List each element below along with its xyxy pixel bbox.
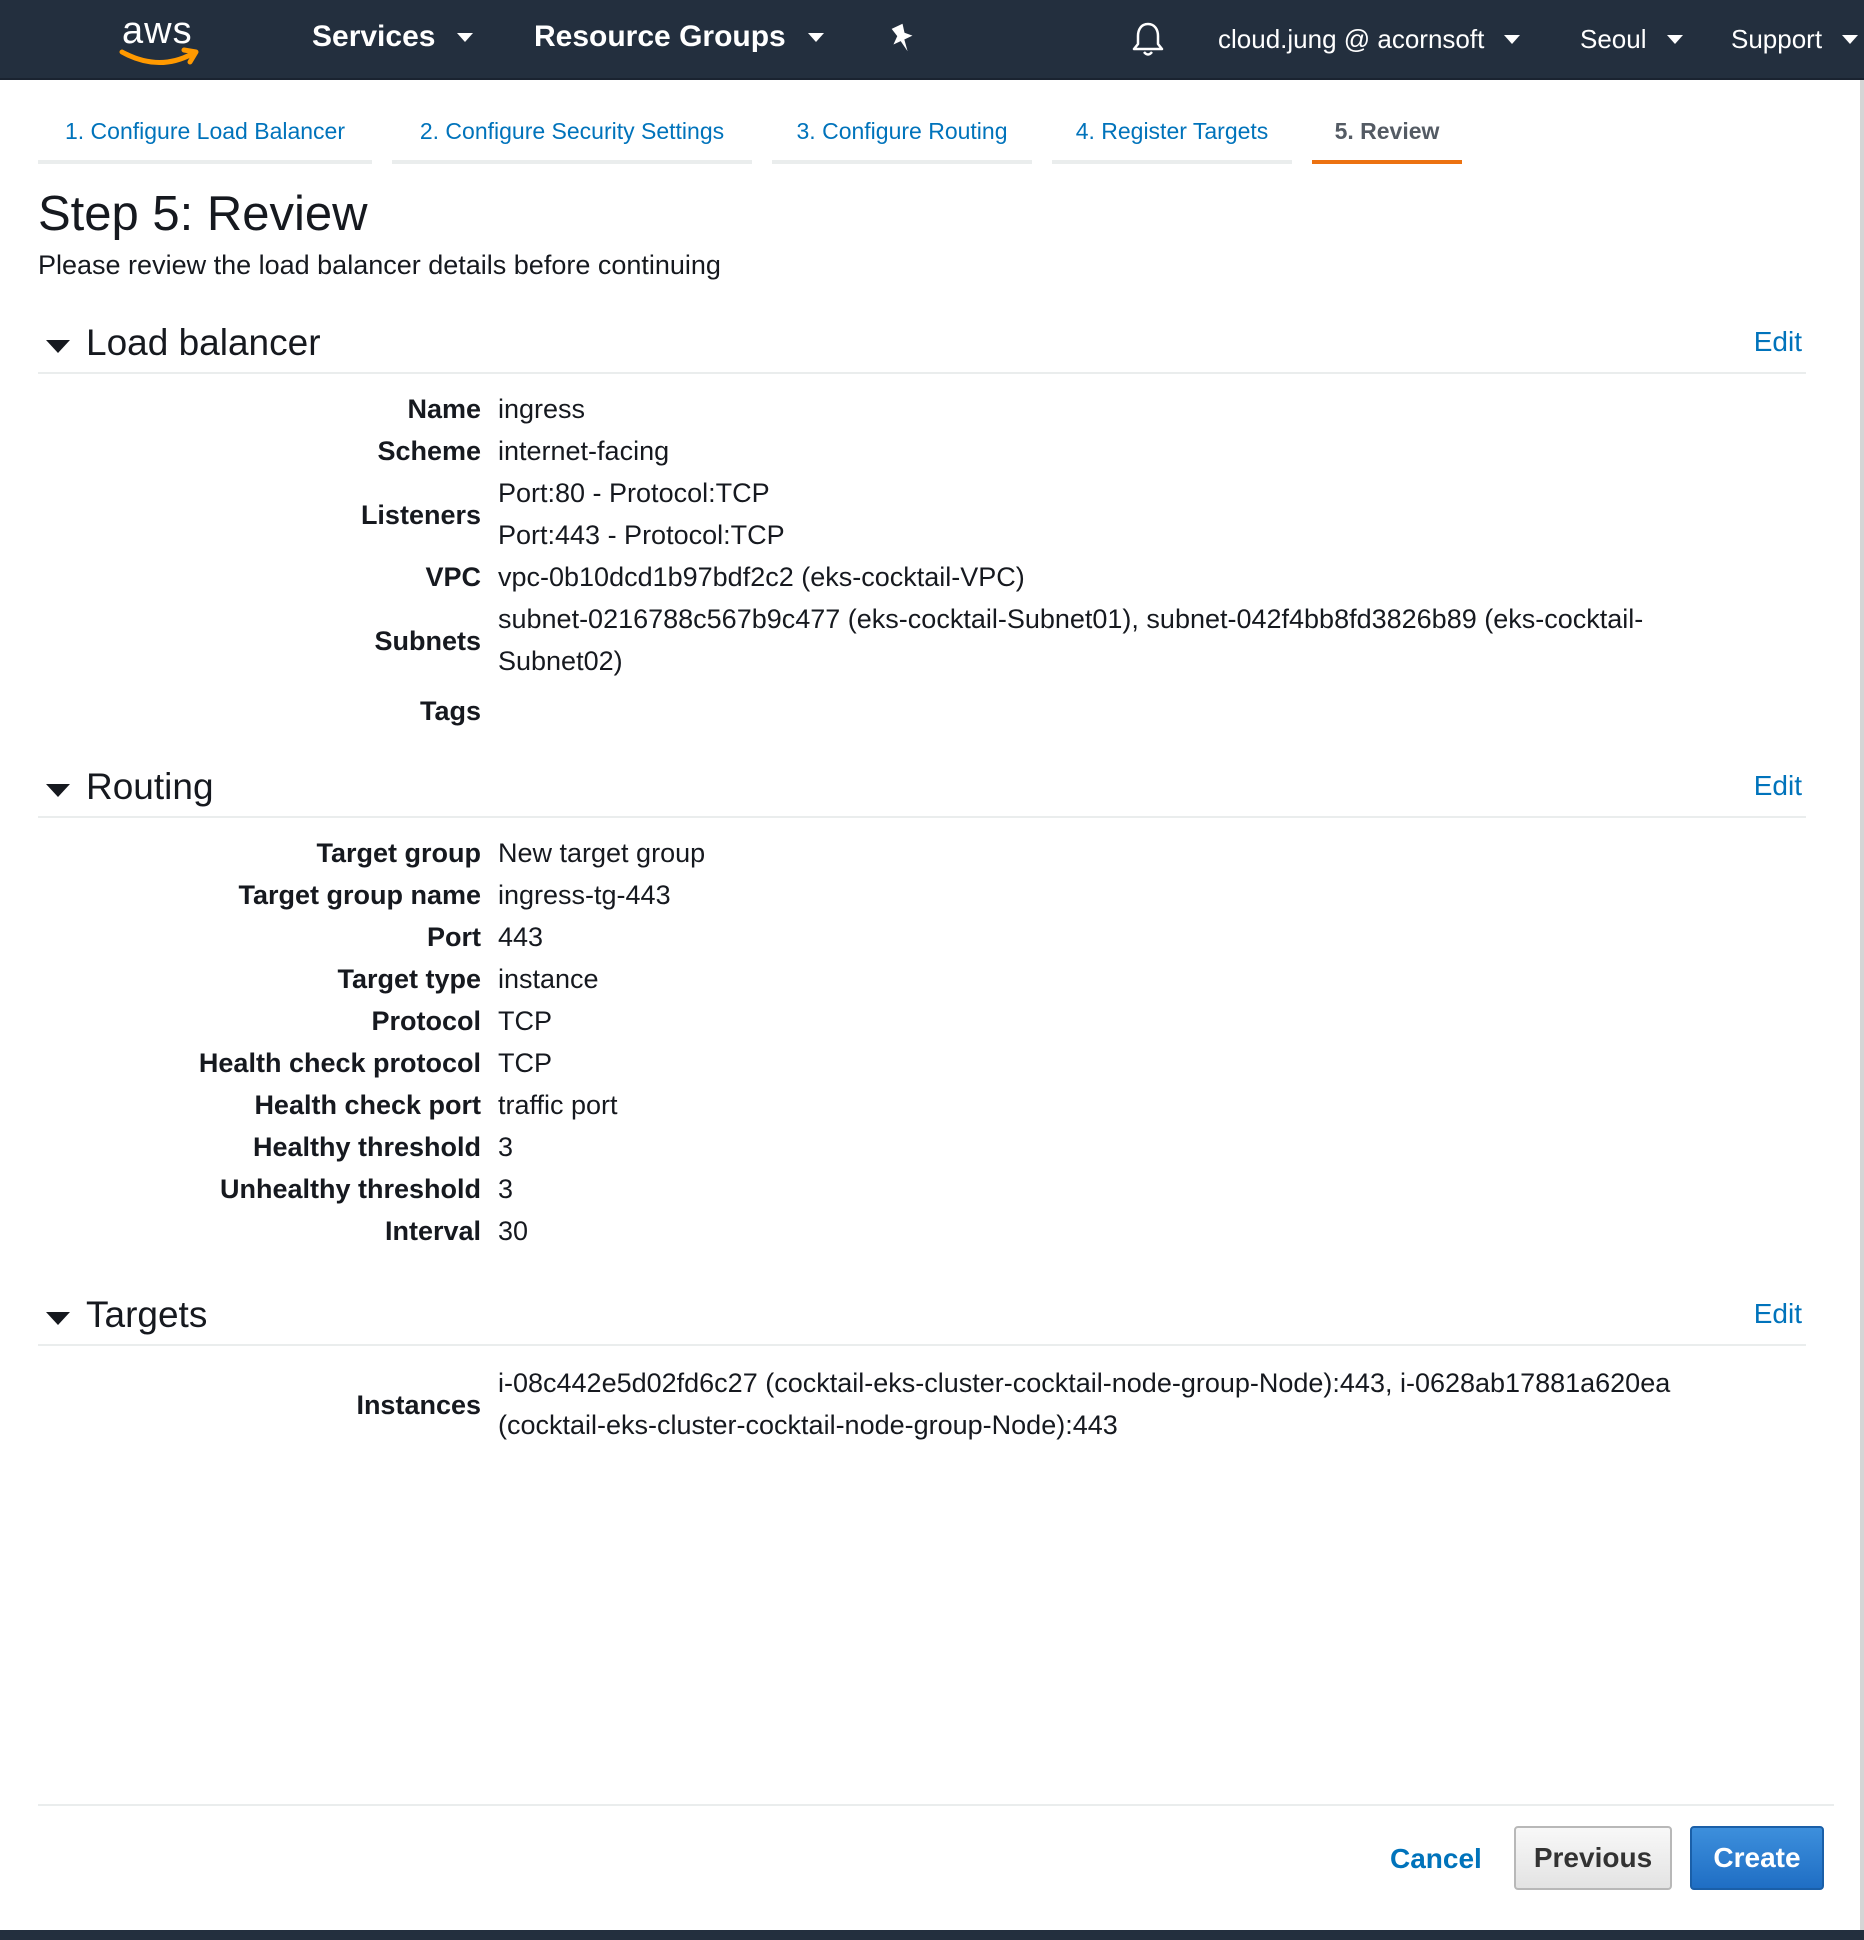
- field-value: i-08c442e5d02fd6c27 (cocktail-eks-cluste…: [498, 1368, 1671, 1440]
- field-value: Port:80 - Protocol:TCP: [498, 478, 770, 508]
- top-nav: aws Services Resource Groups cloud.jung …: [0, 0, 1864, 80]
- create-button[interactable]: Create: [1690, 1826, 1824, 1890]
- chevron-down-icon: [807, 32, 824, 42]
- collapse-triangle-icon[interactable]: [46, 1312, 70, 1325]
- aws-logo[interactable]: aws: [118, 8, 208, 68]
- field-value: internet-facing: [498, 436, 670, 466]
- services-label: Services: [312, 20, 436, 53]
- field-label: Listeners: [360, 500, 481, 530]
- field-label: Unhealthy threshold: [219, 1174, 481, 1204]
- resource-groups-label: Resource Groups: [534, 20, 786, 53]
- region-menu[interactable]: Seoul: [1580, 24, 1683, 55]
- previous-button[interactable]: Previous: [1514, 1826, 1672, 1890]
- support-menu[interactable]: Support: [1731, 24, 1859, 55]
- field-label: Target group: [316, 838, 482, 868]
- page-subtitle: Please review the load balancer details …: [38, 250, 721, 280]
- collapse-triangle-icon[interactable]: [46, 784, 70, 797]
- field-label: Instances: [356, 1390, 481, 1420]
- account-label: cloud.jung @ acornsoft: [1218, 24, 1485, 54]
- pin-icon[interactable]: [888, 22, 918, 61]
- field-value: TCP: [498, 1006, 552, 1036]
- field-value: 443: [498, 922, 544, 952]
- window-edge: [1860, 80, 1864, 1930]
- chevron-down-icon: [1842, 35, 1859, 44]
- field-label: Subnets: [374, 626, 481, 656]
- load-balancer-section-header: Load balancer Edit: [38, 322, 1806, 374]
- field-value: subnet-0216788c567b9c477 (eks-cocktail-S…: [498, 604, 1644, 676]
- field-value: vpc-0b10dcd1b97bdf2c2 (eks-cocktail-VPC): [498, 562, 1025, 592]
- field-label: Name: [407, 394, 481, 424]
- field-label: Port: [427, 922, 481, 952]
- collapse-triangle-icon[interactable]: [46, 340, 70, 353]
- cancel-button[interactable]: Cancel: [1390, 1843, 1482, 1875]
- field-value: Port:443 - Protocol:TCP: [498, 520, 785, 550]
- field-label: Health check port: [254, 1090, 481, 1120]
- chevron-down-icon: [1666, 35, 1683, 44]
- field-value: 3: [498, 1132, 514, 1162]
- field-value: ingress: [498, 394, 586, 424]
- tab-configure-routing[interactable]: 3. Configure Routing: [772, 116, 1032, 164]
- page-title: Step 5: Review: [38, 187, 368, 241]
- edit-load-balancer-link[interactable]: Edit: [1754, 326, 1802, 358]
- bell-icon[interactable]: [1130, 20, 1166, 63]
- edit-targets-link[interactable]: Edit: [1754, 1298, 1802, 1330]
- field-label: Target group name: [238, 880, 481, 910]
- field-value: instance: [498, 964, 599, 994]
- field-value: ingress-tg-443: [498, 880, 671, 910]
- field-value: 3: [498, 1174, 514, 1204]
- aws-smile-icon: [119, 47, 199, 65]
- field-value: New target group: [498, 838, 706, 868]
- edit-routing-link[interactable]: Edit: [1754, 770, 1802, 802]
- load-balancer-section-title: Load balancer: [86, 322, 321, 363]
- targets-section-title: Targets: [86, 1294, 208, 1335]
- field-label: Protocol: [371, 1006, 481, 1036]
- routing-section-title: Routing: [86, 766, 214, 807]
- field-label: Interval: [384, 1216, 481, 1246]
- resource-groups-menu[interactable]: Resource Groups: [534, 20, 824, 54]
- chevron-down-icon: [1504, 35, 1521, 44]
- field-label: Healthy threshold: [252, 1132, 481, 1162]
- tab-configure-load-balancer[interactable]: 1. Configure Load Balancer: [38, 116, 372, 164]
- field-label: Tags: [419, 696, 481, 726]
- support-label: Support: [1731, 24, 1823, 54]
- field-label: Health check protocol: [198, 1048, 481, 1078]
- footer-divider: [38, 1804, 1834, 1806]
- targets-section-header: Targets Edit: [38, 1294, 1806, 1346]
- bottom-bar: [0, 1930, 1864, 1940]
- account-menu[interactable]: cloud.jung @ acornsoft: [1218, 24, 1521, 55]
- services-menu[interactable]: Services: [312, 20, 474, 54]
- tab-review[interactable]: 5. Review: [1312, 116, 1462, 164]
- region-label: Seoul: [1580, 24, 1647, 54]
- field-value: traffic port: [498, 1090, 618, 1120]
- tab-configure-security-settings[interactable]: 2. Configure Security Settings: [392, 116, 752, 164]
- field-label: Target type: [337, 964, 481, 994]
- field-label: Scheme: [377, 436, 481, 466]
- field-value: 30: [498, 1216, 529, 1246]
- field-label: VPC: [425, 562, 481, 592]
- tab-register-targets[interactable]: 4. Register Targets: [1052, 116, 1292, 164]
- routing-section-header: Routing Edit: [38, 766, 1806, 818]
- chevron-down-icon: [457, 32, 474, 42]
- field-value: TCP: [498, 1048, 552, 1078]
